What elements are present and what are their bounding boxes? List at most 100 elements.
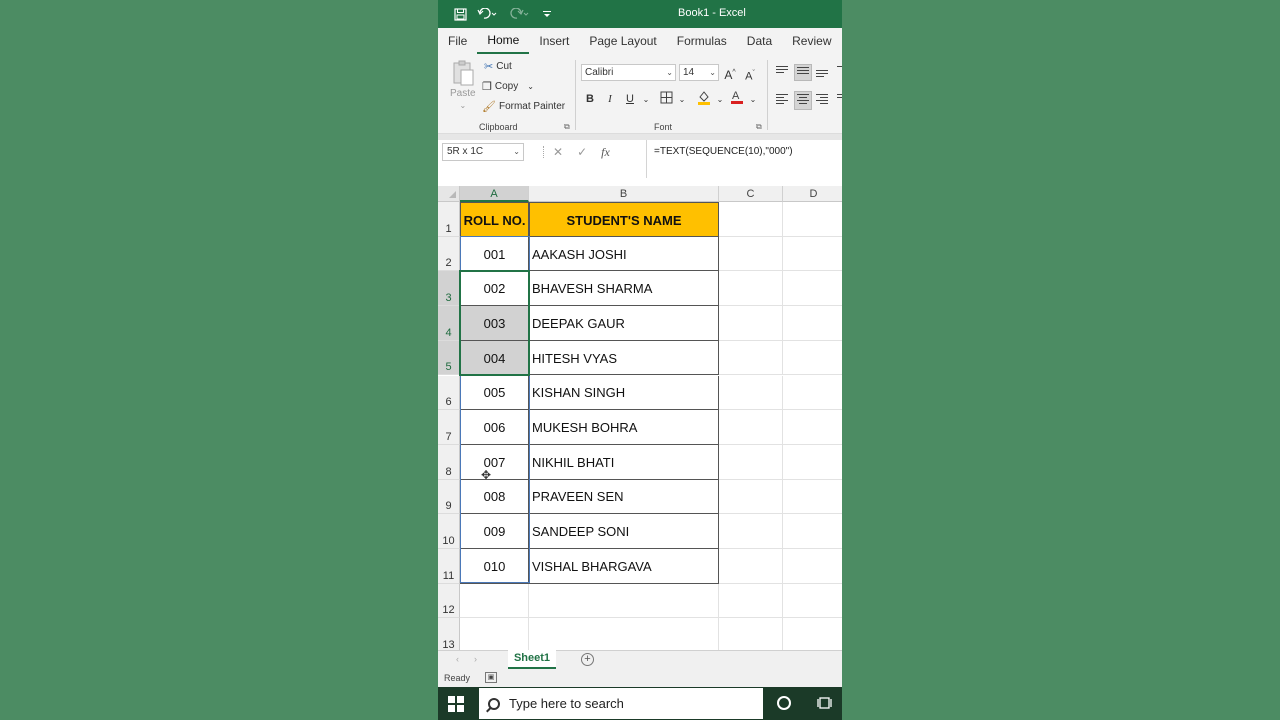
align-right-icon[interactable]	[816, 94, 830, 106]
scroll-left-icon[interactable]: ‹	[456, 654, 459, 664]
format-painter-button[interactable]: 🖌 Format Painter	[482, 100, 565, 113]
roll-number-cell[interactable]: 004	[460, 340, 529, 376]
clipboard-launcher-icon[interactable]: ⧉	[564, 122, 570, 132]
empty-cell[interactable]	[783, 341, 842, 376]
roll-number-cell[interactable]: 003	[460, 306, 529, 341]
tab-formulas[interactable]: Formulas	[667, 28, 737, 54]
row-header[interactable]: 4	[438, 306, 460, 341]
student-name-cell[interactable]: HITESH VYAS	[529, 340, 719, 376]
row-header[interactable]: 12	[438, 583, 460, 619]
row-header[interactable]: 7	[438, 410, 460, 445]
borders-button[interactable]	[658, 91, 674, 107]
copy-button[interactable]: ❐ Copy ⌄	[482, 80, 534, 93]
decrease-font-size-button[interactable]: Aˇ	[742, 66, 758, 83]
save-icon[interactable]	[452, 6, 468, 22]
roll-number-cell[interactable]: 001	[460, 236, 529, 272]
indent-icon[interactable]	[837, 94, 842, 106]
student-name-cell[interactable]: VISHAL BHARGAVA	[529, 549, 719, 584]
windows-start-icon[interactable]	[448, 696, 464, 712]
empty-cell[interactable]	[783, 549, 842, 584]
font-name-select[interactable]: Calibri ⌄	[581, 64, 676, 81]
empty-cell[interactable]	[783, 202, 842, 237]
row-header[interactable]: 9	[438, 479, 460, 515]
empty-cell[interactable]	[783, 237, 842, 272]
roll-number-cell[interactable]: 002	[460, 271, 529, 307]
underline-dropdown-icon[interactable]: ⌄	[638, 92, 654, 108]
tab-data[interactable]: Data	[737, 28, 782, 54]
sheet-tab-sheet1[interactable]: Sheet1	[508, 650, 556, 669]
empty-cell[interactable]	[719, 618, 783, 654]
paste-button[interactable]: Paste ⌄	[450, 60, 476, 110]
student-name-cell[interactable]: PRAVEEN SEN	[529, 479, 719, 515]
row-header[interactable]: 13	[438, 618, 460, 654]
bold-button[interactable]: B	[582, 91, 598, 107]
font-launcher-icon[interactable]: ⧉	[756, 122, 762, 132]
empty-cell[interactable]	[460, 618, 529, 654]
empty-cell[interactable]	[719, 514, 783, 549]
student-name-cell[interactable]: KISHAN SINGH	[529, 375, 719, 411]
empty-cell[interactable]	[719, 444, 783, 480]
empty-cell[interactable]	[783, 618, 842, 654]
font-size-select[interactable]: 14 ⌄	[679, 64, 719, 81]
insert-function-icon[interactable]: fx	[601, 145, 610, 160]
increase-font-size-button[interactable]: A^	[722, 65, 738, 82]
fill-dropdown-icon[interactable]: ⌄	[712, 92, 728, 108]
tab-page-layout[interactable]: Page Layout	[579, 28, 666, 54]
column-header-d[interactable]: D	[783, 186, 842, 202]
empty-cell[interactable]	[719, 202, 783, 237]
row-header[interactable]: 10	[438, 514, 460, 549]
formula-bar-grip[interactable]	[543, 146, 545, 158]
middle-align-icon[interactable]	[794, 64, 812, 81]
student-name-cell[interactable]: MUKESH BOHRA	[529, 410, 719, 445]
fill-color-button[interactable]	[696, 90, 712, 106]
empty-cell[interactable]	[719, 271, 783, 307]
student-name-cell[interactable]: SANDEEP SONI	[529, 514, 719, 549]
empty-cell[interactable]	[783, 376, 842, 411]
empty-cell[interactable]	[719, 236, 783, 272]
empty-cell[interactable]	[719, 479, 783, 515]
font-color-dropdown-icon[interactable]: ⌄	[745, 92, 761, 108]
empty-cell[interactable]	[460, 583, 529, 619]
undo-icon[interactable]	[476, 6, 498, 22]
macro-record-icon[interactable]: ▣	[485, 672, 497, 683]
font-color-button[interactable]: A	[729, 89, 745, 105]
empty-cell[interactable]	[783, 514, 842, 549]
row-header[interactable]: 3	[438, 271, 460, 307]
row-header[interactable]: 8	[438, 444, 460, 480]
empty-cell[interactable]	[783, 410, 842, 445]
align-center-icon[interactable]	[794, 91, 812, 110]
tab-view[interactable]: Vi	[842, 28, 843, 54]
student-name-cell[interactable]: NIKHIL BHATI	[529, 444, 719, 480]
empty-cell[interactable]	[783, 271, 842, 307]
column-header-c[interactable]: C	[719, 186, 783, 202]
name-box[interactable]: 5R x 1C ⌄	[442, 143, 524, 161]
row-header[interactable]: 1	[438, 202, 460, 237]
formula-input[interactable]: =TEXT(SEQUENCE(10),"000")	[646, 140, 842, 178]
row-header[interactable]: 2	[438, 236, 460, 272]
header-cell-student-name[interactable]: STUDENT'S NAME	[529, 202, 719, 237]
empty-cell[interactable]	[719, 410, 783, 445]
add-sheet-icon[interactable]: +	[581, 653, 594, 666]
roll-number-cell[interactable]: 009	[460, 514, 529, 549]
bottom-align-icon[interactable]	[816, 70, 830, 82]
task-view-icon[interactable]	[817, 696, 832, 710]
row-header[interactable]: 5	[438, 340, 460, 376]
roll-number-cell[interactable]: 006	[460, 410, 529, 445]
student-name-cell[interactable]: BHAVESH SHARMA	[529, 271, 719, 307]
empty-cell[interactable]	[529, 618, 719, 654]
borders-dropdown-icon[interactable]: ⌄	[674, 92, 690, 108]
underline-button[interactable]: U	[622, 91, 638, 107]
empty-cell[interactable]	[529, 583, 719, 619]
empty-cell[interactable]	[783, 584, 842, 619]
scroll-right-icon[interactable]: ›	[474, 654, 477, 664]
column-header-b[interactable]: B	[529, 186, 719, 202]
header-cell-roll-no[interactable]: ROLL NO.	[460, 202, 529, 237]
cancel-icon[interactable]: ✕	[553, 145, 563, 159]
student-name-cell[interactable]: AAKASH JOSHI	[529, 236, 719, 272]
column-header-a[interactable]: A	[460, 186, 529, 202]
top-align-icon[interactable]	[776, 66, 790, 78]
tab-file[interactable]: File	[438, 28, 477, 54]
row-header[interactable]: 6	[438, 375, 460, 411]
tab-home[interactable]: Home	[477, 28, 530, 54]
customize-qat-icon[interactable]	[540, 6, 554, 22]
